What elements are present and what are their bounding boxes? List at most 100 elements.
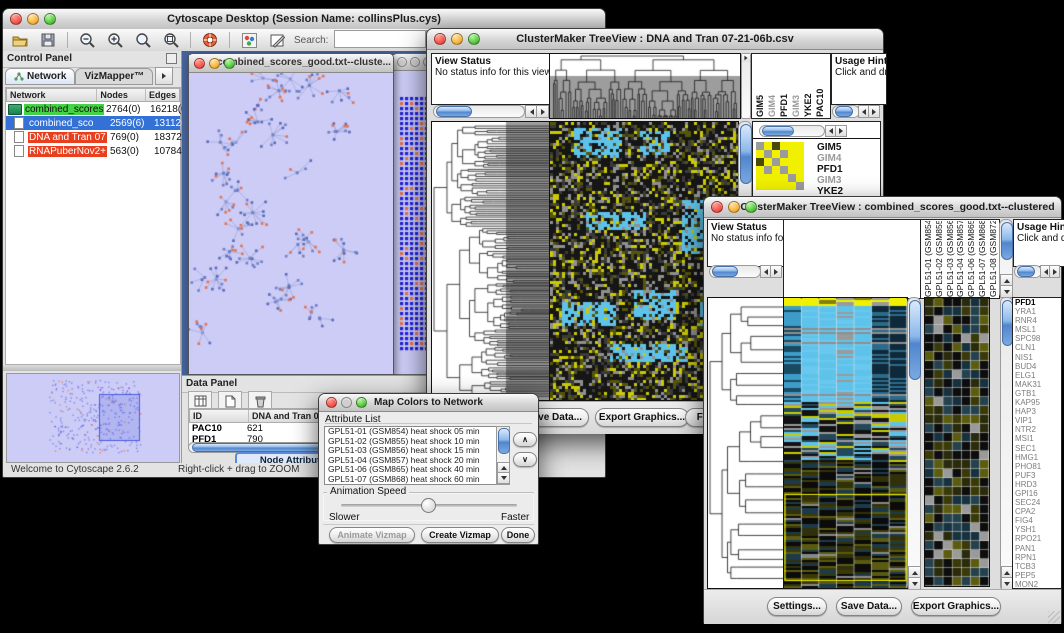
- zoom-cell[interactable]: [780, 142, 788, 150]
- gene-label[interactable]: BUD4: [1015, 362, 1061, 371]
- zoom-selected-icon[interactable]: [160, 31, 182, 49]
- scroll-right-button[interactable]: [835, 125, 847, 137]
- tv2-heat-vscrollbar[interactable]: [907, 297, 921, 591]
- zoom-cell[interactable]: [780, 182, 788, 190]
- zoom-cell[interactable]: [788, 142, 796, 150]
- gene-label[interactable]: VIP1: [1015, 416, 1061, 425]
- zoom-cell[interactable]: [756, 166, 764, 174]
- gene-label[interactable]: MON2: [1015, 580, 1061, 589]
- gene-label[interactable]: FIG4: [1015, 516, 1061, 525]
- zoom-cell[interactable]: [764, 182, 772, 190]
- zoom-cell[interactable]: [780, 158, 788, 166]
- gene-label[interactable]: KAP95: [1015, 398, 1061, 407]
- col-nodes[interactable]: Nodes: [97, 89, 146, 101]
- annotation-icon[interactable]: [266, 31, 288, 49]
- column-label[interactable]: PFD1: [779, 57, 789, 117]
- close-button[interactable]: [711, 201, 723, 213]
- gene-label[interactable]: RNR4: [1015, 316, 1061, 325]
- zoom-cell[interactable]: [772, 166, 780, 174]
- tv1-row-dendrogram[interactable]: [431, 121, 551, 401]
- tab-overflow-button[interactable]: [155, 67, 173, 85]
- col-id[interactable]: ID: [190, 410, 249, 422]
- birdseye-canvas[interactable]: [7, 374, 177, 460]
- scroll-right-button[interactable]: [536, 105, 549, 118]
- hscroll-thumb[interactable]: [762, 126, 794, 136]
- export-graphics-button[interactable]: Export Graphics...: [595, 408, 689, 427]
- tv2-row-dendrogram[interactable]: [707, 297, 785, 589]
- zoom-cell[interactable]: [788, 150, 796, 158]
- zoom-cell[interactable]: [780, 150, 788, 158]
- column-label[interactable]: PAC10: [815, 57, 825, 117]
- zoom-cell[interactable]: [764, 158, 772, 166]
- gene-label[interactable]: YSH1: [1015, 525, 1061, 534]
- gene-label[interactable]: RPN1: [1015, 553, 1061, 562]
- gene-label[interactable]: NIS1: [1015, 353, 1061, 362]
- zoom-cell[interactable]: [788, 182, 796, 190]
- tv1-status-hscrollbar[interactable]: [433, 105, 525, 118]
- zoom-cell[interactable]: [796, 150, 804, 158]
- gene-label[interactable]: HAP3: [1015, 407, 1061, 416]
- network-canvas[interactable]: [189, 55, 391, 355]
- tv2-hints-hscrollbar[interactable]: [1014, 265, 1042, 278]
- gene-label[interactable]: PEP5: [1015, 571, 1061, 580]
- minimize-button[interactable]: [341, 397, 352, 408]
- gene-label[interactable]: MAK31: [1015, 380, 1061, 389]
- tab-vizmapper[interactable]: VizMapper™: [75, 68, 153, 85]
- tv2-zoom-heatmap[interactable]: [924, 297, 990, 587]
- zoom-button[interactable]: [468, 33, 480, 45]
- gene-label[interactable]: NTR2: [1015, 425, 1061, 434]
- zoom-cell[interactable]: [796, 158, 804, 166]
- tv1-zoom-hscrollbar[interactable]: [759, 125, 825, 137]
- zoom-cell[interactable]: [772, 174, 780, 182]
- scroll-right-button[interactable]: [770, 265, 782, 278]
- close-button[interactable]: [194, 58, 205, 69]
- zoom-cell[interactable]: [764, 174, 772, 182]
- attribute-item[interactable]: GPL51-07 (GSM868) heat shock 60 min: [325, 475, 497, 485]
- close-button[interactable]: [397, 57, 407, 67]
- gene-label[interactable]: RPO21: [1015, 534, 1061, 543]
- settings-button[interactable]: Settings...: [767, 597, 827, 616]
- gene-label[interactable]: PHO81: [1015, 462, 1061, 471]
- cytoscape-titlebar[interactable]: Cytoscape Desktop (Session Name: collins…: [3, 9, 605, 30]
- minimize-button[interactable]: [728, 201, 740, 213]
- gene-label[interactable]: PUF3: [1015, 471, 1061, 480]
- gene-label[interactable]: TCB3: [1015, 562, 1061, 571]
- float-panel-icon[interactable]: [166, 53, 177, 64]
- col-edges[interactable]: Edges: [146, 89, 179, 101]
- gene-label[interactable]: PFD1: [817, 164, 849, 175]
- gene-label[interactable]: SEC24: [1015, 498, 1061, 507]
- gene-label[interactable]: GIM5: [817, 142, 849, 153]
- zoom-button[interactable]: [356, 397, 367, 408]
- dialog-titlebar[interactable]: Map Colors to Network: [319, 394, 538, 412]
- column-label[interactable]: GPL51-07 (GSM868): [977, 221, 988, 297]
- open-folder-icon[interactable]: [9, 31, 31, 49]
- gene-label[interactable]: PAN1: [1015, 544, 1061, 553]
- gene-label[interactable]: GPI16: [1015, 489, 1061, 498]
- hscroll-thumb[interactable]: [712, 266, 738, 277]
- zoom-cell[interactable]: [772, 150, 780, 158]
- column-label[interactable]: GPL51-04 (GSM857): [955, 221, 966, 297]
- zoom-cell[interactable]: [756, 182, 764, 190]
- gene-label[interactable]: PFD1: [1015, 298, 1061, 307]
- zoom-cell[interactable]: [796, 174, 804, 182]
- donebutton[interactable]: Done: [501, 527, 535, 543]
- attribute-listbox[interactable]: GPL51-01 (GSM854) heat shock 05 minGPL51…: [324, 426, 498, 485]
- zoom-button[interactable]: [224, 58, 235, 69]
- zoom-out-icon[interactable]: [76, 31, 98, 49]
- hscroll-thumb[interactable]: [1017, 266, 1035, 277]
- tv2-status-hscrollbar[interactable]: [709, 265, 761, 278]
- vscroll-thumb[interactable]: [740, 124, 752, 184]
- column-label[interactable]: GIM5: [755, 57, 765, 117]
- column-label[interactable]: GIM4: [767, 57, 777, 117]
- minimize-button[interactable]: [209, 58, 220, 69]
- tab-network[interactable]: Network: [5, 68, 75, 85]
- gene-label[interactable]: GTB1: [1015, 389, 1061, 398]
- export-graphics-button[interactable]: Export Graphics...: [911, 597, 1001, 616]
- gene-label[interactable]: HRD3: [1015, 480, 1061, 489]
- gene-label[interactable]: GIM4: [817, 153, 849, 164]
- help-ring-icon[interactable]: [199, 31, 221, 49]
- network-list-row[interactable]: combined_scores2764(0)16218(0): [6, 102, 180, 116]
- zoom-cell[interactable]: [756, 150, 764, 158]
- zoom-cell[interactable]: [772, 182, 780, 190]
- vizmap-icon[interactable]: [238, 31, 260, 49]
